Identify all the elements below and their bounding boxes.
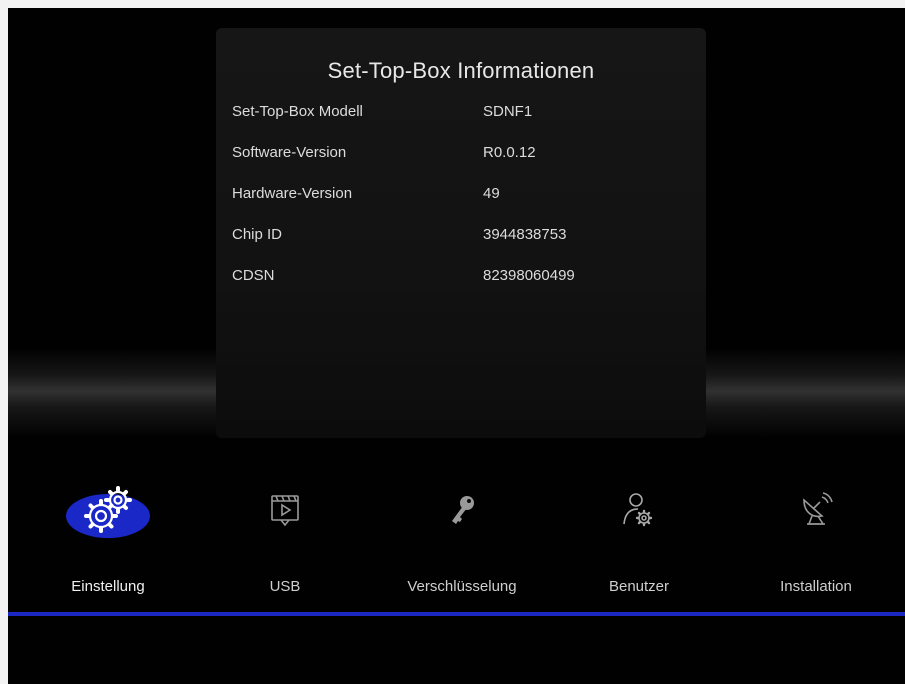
menu-label: Einstellung [71, 578, 145, 595]
info-value: R0.0.12 [483, 144, 536, 161]
usb-media-icon [235, 480, 335, 540]
info-panel: Set-Top-Box Informationen Set-Top-Box Mo… [216, 28, 706, 438]
settings-gears-icon [58, 480, 158, 540]
menu-label: Benutzer [608, 578, 670, 595]
main-menu: Einstellung USB Verschlüsselung Benutzer… [8, 478, 905, 608]
info-row-chip-id: Chip ID 3944838753 [232, 226, 692, 252]
info-row-software: Software-Version R0.0.12 [232, 144, 692, 170]
info-value: 49 [483, 185, 500, 202]
key-icon [412, 480, 512, 540]
panel-title: Set-Top-Box Informationen [327, 58, 595, 83]
menu-item-benutzer[interactable]: Benutzer [549, 478, 729, 608]
menu-label: Installation [780, 578, 852, 595]
satellite-dish-icon [766, 480, 866, 540]
info-row-cdsn: CDSN 82398060499 [232, 267, 692, 293]
user-settings-icon [589, 480, 689, 540]
info-value: 82398060499 [483, 267, 575, 284]
info-value: SDNF1 [483, 103, 533, 120]
menu-item-einstellung[interactable]: Einstellung [18, 478, 198, 608]
info-label: Hardware-Version [232, 185, 353, 202]
info-label: CDSN [232, 267, 275, 284]
info-value: 3944838753 [483, 226, 567, 243]
selection-underline [8, 612, 905, 616]
tv-screen: Set-Top-Box Informationen Set-Top-Box Mo… [8, 8, 905, 684]
menu-label: Verschlüsselung [407, 578, 517, 595]
menu-label: USB [269, 578, 301, 595]
menu-item-verschluesselung[interactable]: Verschlüsselung [372, 478, 552, 608]
info-label: Chip ID [232, 226, 283, 243]
info-row-model: Set-Top-Box Modell SDNF1 [232, 103, 692, 129]
menu-item-installation[interactable]: Installation [726, 478, 905, 608]
info-label: Software-Version [232, 144, 347, 161]
menu-item-usb[interactable]: USB [195, 478, 375, 608]
info-row-hardware: Hardware-Version 49 [232, 185, 692, 211]
info-label: Set-Top-Box Modell [232, 103, 363, 120]
